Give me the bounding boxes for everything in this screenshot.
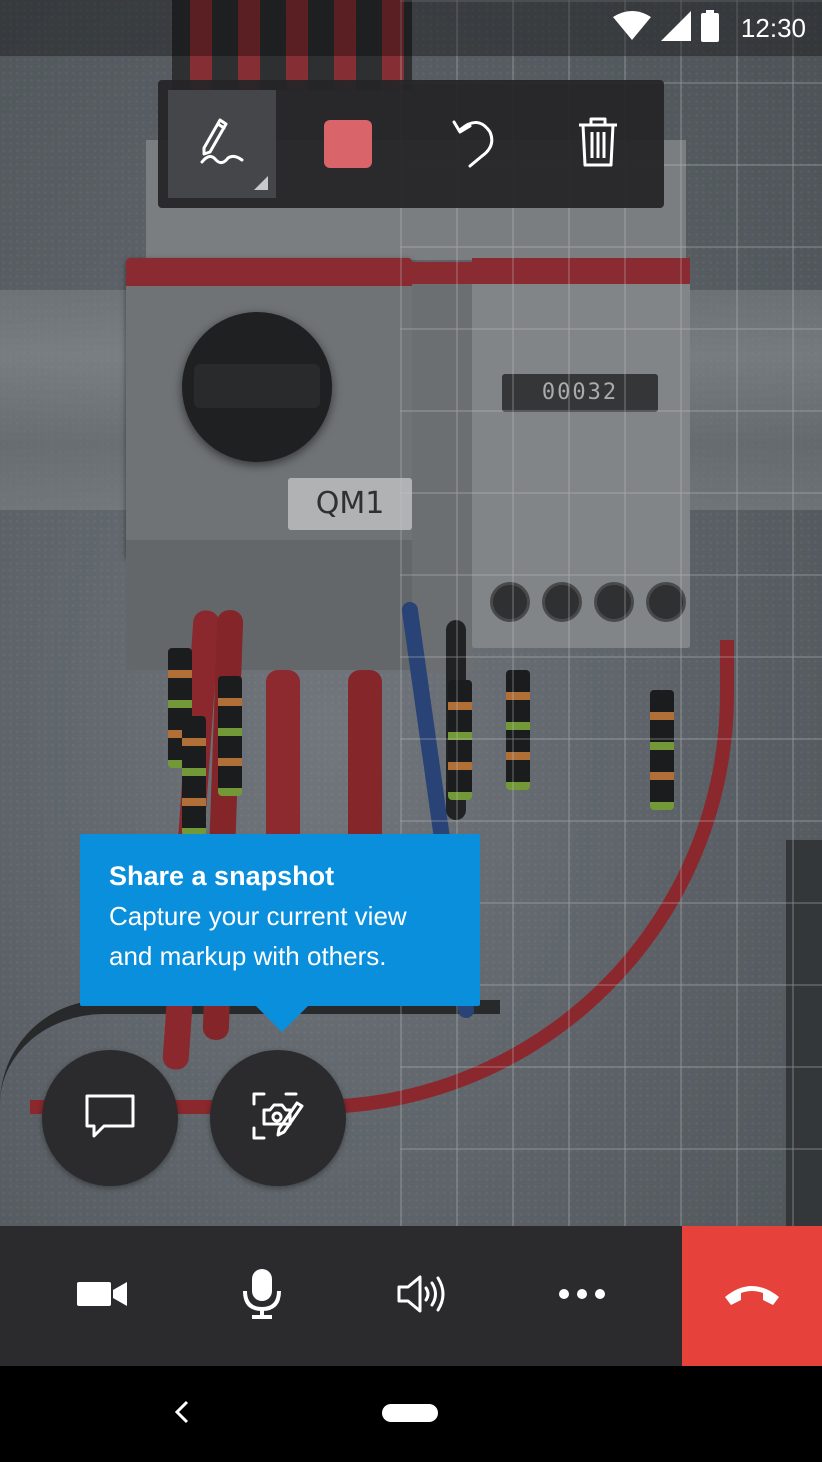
color-swatch — [324, 120, 372, 168]
hang-up-icon — [723, 1281, 781, 1312]
snapshot-tooltip[interactable]: Share a snapshot Capture your current vi… — [80, 834, 480, 1032]
pen-tool-button[interactable] — [168, 90, 276, 198]
ink-toolbar — [158, 80, 664, 208]
snapshot-button[interactable] — [210, 1050, 346, 1186]
tooltip-line-1: Capture your current view — [109, 901, 407, 931]
speaker-icon — [396, 1273, 448, 1320]
battery-icon — [700, 9, 719, 47]
back-button[interactable] — [162, 1394, 202, 1434]
back-icon — [174, 1400, 190, 1429]
more-icon — [558, 1287, 606, 1305]
wifi-icon — [612, 10, 651, 46]
speaker-button[interactable] — [342, 1226, 502, 1366]
more-options-button[interactable] — [502, 1226, 662, 1366]
call-control-bar — [0, 1226, 822, 1366]
snapshot-markup-icon — [250, 1090, 306, 1147]
video-toggle-button[interactable] — [22, 1226, 182, 1366]
undo-button[interactable] — [420, 90, 528, 198]
cellular-signal-icon — [660, 10, 691, 46]
microphone-icon — [242, 1268, 282, 1324]
video-camera-icon — [77, 1281, 127, 1312]
undo-icon — [450, 114, 498, 175]
status-bar: 12:30 — [0, 0, 822, 56]
chat-icon — [84, 1093, 136, 1144]
ink-color-button[interactable] — [294, 90, 402, 198]
pen-icon — [194, 114, 250, 175]
status-icons: 12:30 — [612, 8, 806, 48]
chat-button[interactable] — [42, 1050, 178, 1186]
mute-button[interactable] — [182, 1226, 342, 1366]
end-call-button[interactable] — [682, 1226, 822, 1366]
trash-icon — [577, 116, 619, 173]
home-pill[interactable] — [382, 1404, 438, 1422]
delete-ink-button[interactable] — [544, 90, 652, 198]
status-time: 12:30 — [740, 12, 806, 43]
tooltip-line-2: and markup with others. — [109, 941, 387, 971]
tooltip-title: Share a snapshot — [109, 861, 335, 891]
